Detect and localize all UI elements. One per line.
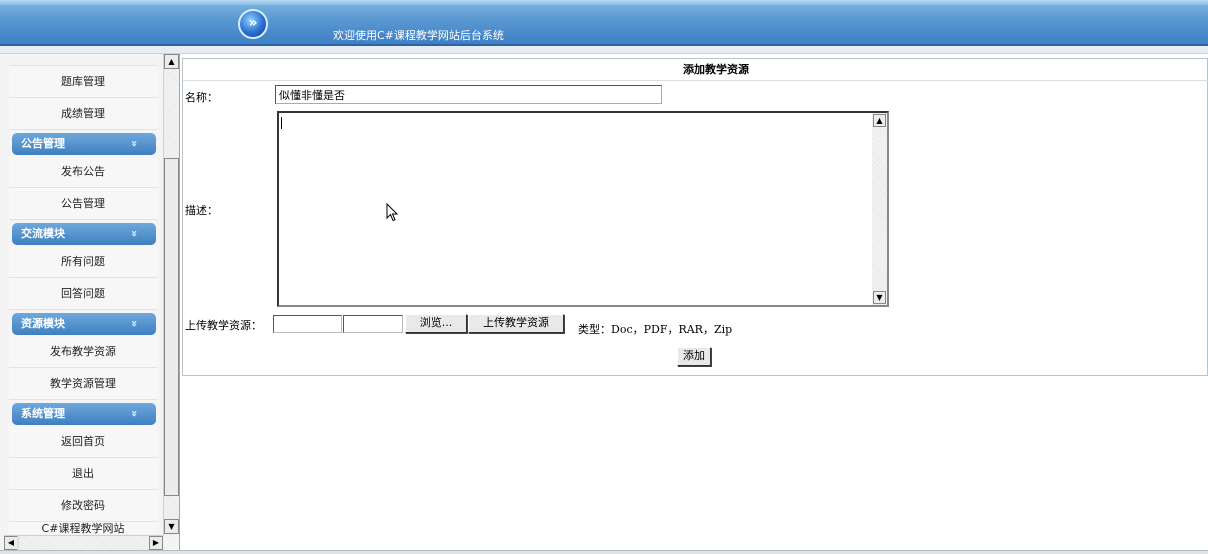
section-header-announcements[interactable]: 公告管理 » bbox=[12, 133, 156, 155]
upload-resource-button[interactable]: 上传教学资源 bbox=[468, 314, 564, 333]
section-title: 系统管理 bbox=[21, 407, 65, 420]
sidebar-item-answer-questions[interactable]: 回答问题 bbox=[9, 278, 157, 310]
section-title: 交流模块 bbox=[21, 227, 65, 240]
file-types-hint: 类型：Doc，PDF，RAR，Zip bbox=[578, 323, 733, 336]
name-input[interactable]: 似懂非懂是否 bbox=[275, 85, 662, 104]
scroll-right-icon[interactable]: ▶ bbox=[149, 536, 163, 550]
sidebar-item-grades[interactable]: 成绩管理 bbox=[9, 98, 157, 130]
description-textarea[interactable]: ▲ ▼ bbox=[277, 111, 889, 307]
sidebar-item-logout[interactable]: 退出 bbox=[9, 458, 157, 490]
scroll-up-icon[interactable]: ▲ bbox=[873, 114, 886, 127]
mouse-pointer-icon bbox=[386, 203, 399, 222]
sidebar-item-question-bank[interactable]: 题库管理 bbox=[9, 66, 157, 98]
scroll-up-icon[interactable]: ▲ bbox=[164, 54, 179, 69]
sidebar-item-home[interactable]: 返回首页 bbox=[9, 426, 157, 458]
chevron-down-icon[interactable]: » bbox=[124, 230, 145, 237]
chevron-down-icon[interactable]: » bbox=[124, 410, 145, 417]
upload-path-field[interactable] bbox=[273, 315, 342, 333]
scroll-down-icon[interactable]: ▼ bbox=[873, 291, 886, 304]
add-resource-form: 添加教学资源 名称： 似懂非懂是否 描述： ▲ ▼ 上传教学资源： 浏览... … bbox=[182, 58, 1208, 376]
header-arrow-icon[interactable]: » bbox=[238, 9, 268, 39]
section-header-resources[interactable]: 资源模块 » bbox=[12, 313, 156, 335]
browse-button[interactable]: 浏览... bbox=[405, 314, 467, 333]
sidebar-item-manage-resources[interactable]: 教学资源管理 bbox=[9, 368, 157, 400]
add-button[interactable]: 添加 bbox=[677, 347, 711, 366]
scrollbar-thumb-horizontal[interactable] bbox=[17, 536, 19, 550]
sidebar-item-publish-resource[interactable]: 发布教学资源 bbox=[9, 336, 157, 368]
section-title: 公告管理 bbox=[21, 137, 65, 150]
sidebar-menu: 题库管理 成绩管理 公告管理 » 发布公告 公告管理 交流模块 » 所有问题 回… bbox=[4, 54, 160, 534]
section-title: 资源模块 bbox=[21, 317, 65, 330]
sidebar-item-publish-announcement[interactable]: 发布公告 bbox=[9, 156, 157, 188]
form-title: 添加教学资源 bbox=[183, 59, 1208, 81]
chevron-down-icon[interactable]: » bbox=[124, 320, 145, 327]
welcome-text: 欢迎使用C#课程教学网站后台系统 bbox=[333, 29, 504, 42]
sidebar-item-manage-announcements[interactable]: 公告管理 bbox=[9, 188, 157, 220]
scroll-down-icon[interactable]: ▼ bbox=[164, 519, 179, 534]
scroll-left-icon[interactable]: ◀ bbox=[4, 536, 18, 550]
upload-file-field[interactable] bbox=[343, 315, 403, 333]
sidebar-item-all-questions[interactable]: 所有问题 bbox=[9, 246, 157, 278]
name-label: 名称： bbox=[185, 91, 218, 104]
chevron-down-icon[interactable]: » bbox=[124, 140, 145, 147]
sidebar-item-site-link[interactable]: C#课程教学网站 bbox=[9, 522, 157, 534]
header-banner: » 欢迎使用C#课程教学网站后台系统 bbox=[0, 0, 1208, 46]
sidebar-horizontal-scrollbar[interactable]: ◀ ▶ bbox=[4, 535, 164, 550]
header-highlight bbox=[0, 0, 1208, 5]
text-caret bbox=[281, 117, 282, 129]
upload-label: 上传教学资源： bbox=[185, 319, 262, 332]
sidebar-vertical-scrollbar[interactable]: ▲ ▼ bbox=[163, 54, 179, 535]
bottom-status-strip bbox=[0, 550, 1208, 554]
textarea-scrollbar[interactable]: ▲ ▼ bbox=[872, 113, 887, 305]
header-divider bbox=[0, 46, 1208, 54]
scrollbar-thumb[interactable] bbox=[164, 158, 179, 496]
section-header-communication[interactable]: 交流模块 » bbox=[12, 223, 156, 245]
sidebar-frame: 题库管理 成绩管理 公告管理 » 发布公告 公告管理 交流模块 » 所有问题 回… bbox=[0, 54, 180, 550]
sidebar-item-change-password[interactable]: 修改密码 bbox=[9, 490, 157, 522]
menu-spacer bbox=[9, 54, 157, 66]
section-header-system[interactable]: 系统管理 » bbox=[12, 403, 156, 425]
description-label: 描述： bbox=[185, 204, 218, 217]
